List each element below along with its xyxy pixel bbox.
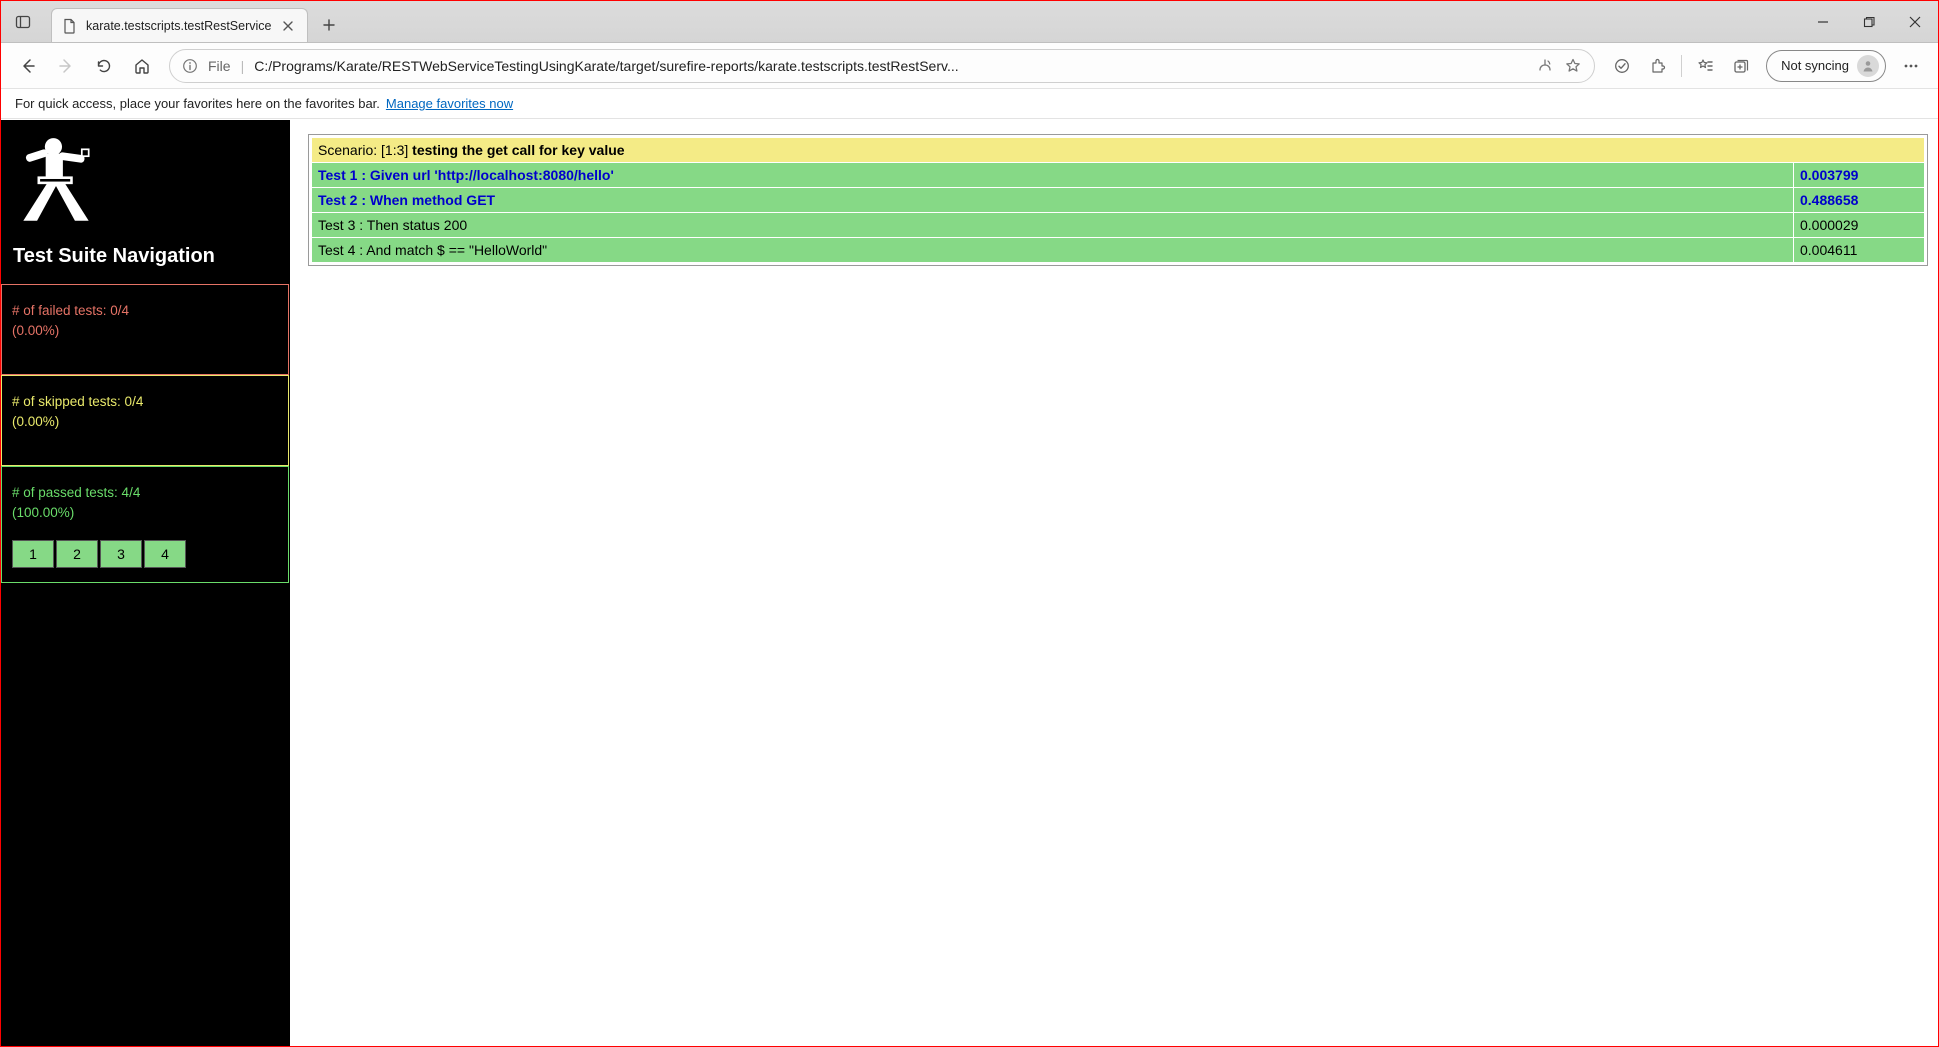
toolbar-separator xyxy=(1681,55,1682,77)
collections-button[interactable] xyxy=(1724,49,1758,83)
sidebar: Test Suite Navigation # of failed tests:… xyxy=(1,120,290,1046)
scenario-prefix: Scenario: [1:3] xyxy=(318,142,412,158)
scenario-name: testing the get call for key value xyxy=(412,142,624,158)
minimize-button[interactable] xyxy=(1800,1,1846,42)
favorites-hint: For quick access, place your favorites h… xyxy=(15,96,380,111)
toolbar-right: Not syncing xyxy=(1605,49,1928,83)
step-label: Test 4 : And match $ == "HelloWorld" xyxy=(312,238,1793,262)
arrow-left-icon xyxy=(19,57,37,75)
document-icon xyxy=(62,18,78,34)
favorites-button[interactable] xyxy=(1688,49,1722,83)
close-icon xyxy=(1909,16,1921,28)
info-icon xyxy=(182,58,198,74)
favorites-bar: For quick access, place your favorites h… xyxy=(1,89,1938,119)
step-row[interactable]: Test 3 : Then status 200 0.000029 xyxy=(312,213,1924,237)
passed-test-link[interactable]: 4 xyxy=(144,540,186,568)
step-row[interactable]: Test 2 : When method GET 0.488658 xyxy=(312,188,1924,212)
report-main: Scenario: [1:3] testing the get call for… xyxy=(290,120,1938,1046)
passed-tests-box[interactable]: # of passed tests: 4/4 (100.00%) 1 2 3 4 xyxy=(1,466,289,583)
site-info-button[interactable] xyxy=(182,58,198,74)
plus-icon xyxy=(323,19,335,31)
profile-button[interactable]: Not syncing xyxy=(1766,50,1886,82)
step-time: 0.003799 xyxy=(1794,163,1924,187)
read-aloud-icon xyxy=(1536,57,1554,75)
skipped-tests-box[interactable]: # of skipped tests: 0/4 (0.00%) xyxy=(1,375,289,466)
maximize-button[interactable] xyxy=(1846,1,1892,42)
address-bar[interactable]: File | C:/Programs/Karate/RESTWebService… xyxy=(169,49,1595,83)
step-label: Test 1 : Given url 'http://localhost:808… xyxy=(312,163,1793,187)
titlebar: karate.testscripts.testRestService xyxy=(1,1,1938,43)
karate-logo-icon xyxy=(13,134,99,230)
step-time: 0.000029 xyxy=(1794,213,1924,237)
close-icon xyxy=(283,21,293,31)
tab-title: karate.testscripts.testRestService xyxy=(86,19,271,33)
steps-table: Scenario: [1:3] testing the get call for… xyxy=(311,137,1925,263)
step-row[interactable]: Test 1 : Given url 'http://localhost:808… xyxy=(312,163,1924,187)
browser-tab[interactable]: karate.testscripts.testRestService xyxy=(51,8,308,42)
page-content: Test Suite Navigation # of failed tests:… xyxy=(1,120,1938,1046)
passed-test-link[interactable]: 3 xyxy=(100,540,142,568)
not-syncing-label: Not syncing xyxy=(1781,58,1849,73)
person-icon xyxy=(1861,59,1875,73)
tab-actions-button[interactable] xyxy=(7,7,39,37)
star-icon xyxy=(1564,57,1582,75)
step-time: 0.004611 xyxy=(1794,238,1924,262)
collections-icon xyxy=(1732,57,1750,75)
refresh-button[interactable] xyxy=(87,49,121,83)
back-button[interactable] xyxy=(11,49,45,83)
scenario-header-row[interactable]: Scenario: [1:3] testing the get call for… xyxy=(312,138,1924,162)
failed-tests-box[interactable]: # of failed tests: 0/4 (0.00%) xyxy=(1,284,289,375)
skipped-tests-count: # of skipped tests: 0/4 xyxy=(12,392,278,412)
home-button[interactable] xyxy=(125,49,159,83)
step-label: Test 2 : When method GET xyxy=(312,188,1793,212)
todo-button[interactable] xyxy=(1605,49,1639,83)
read-aloud-button[interactable] xyxy=(1536,57,1554,75)
passed-tests-count: # of passed tests: 4/4 xyxy=(12,483,278,503)
sidebar-title: Test Suite Navigation xyxy=(1,241,289,284)
new-tab-button[interactable] xyxy=(314,10,344,40)
step-row[interactable]: Test 4 : And match $ == "HelloWorld" 0.0… xyxy=(312,238,1924,262)
window-controls xyxy=(1800,1,1938,42)
avatar xyxy=(1857,55,1879,77)
step-label: Test 3 : Then status 200 xyxy=(312,213,1793,237)
refresh-icon xyxy=(95,57,113,75)
passed-test-link[interactable]: 1 xyxy=(12,540,54,568)
passed-tests-percent: (100.00%) xyxy=(12,503,278,523)
url-divider: | xyxy=(241,58,245,74)
arrow-right-icon xyxy=(57,57,75,75)
check-circle-icon xyxy=(1613,57,1631,75)
window-close-button[interactable] xyxy=(1892,1,1938,42)
star-list-icon xyxy=(1696,57,1714,75)
skipped-tests-percent: (0.00%) xyxy=(12,412,278,432)
tab-strip: karate.testscripts.testRestService xyxy=(51,1,344,42)
step-time: 0.488658 xyxy=(1794,188,1924,212)
logo xyxy=(1,120,289,241)
puzzle-icon xyxy=(1649,57,1667,75)
passed-test-link[interactable]: 2 xyxy=(56,540,98,568)
failed-tests-percent: (0.00%) xyxy=(12,321,278,341)
url-scheme-label: File xyxy=(208,58,231,74)
scenario-box: Scenario: [1:3] testing the get call for… xyxy=(308,134,1928,266)
toolbar: File | C:/Programs/Karate/RESTWebService… xyxy=(1,43,1938,89)
extensions-button[interactable] xyxy=(1641,49,1675,83)
more-button[interactable] xyxy=(1894,49,1928,83)
favorite-button[interactable] xyxy=(1564,57,1582,75)
forward-button[interactable] xyxy=(49,49,83,83)
manage-favorites-link[interactable]: Manage favorites now xyxy=(386,96,513,111)
ellipsis-icon xyxy=(1902,57,1920,75)
minimize-icon xyxy=(1817,16,1829,28)
home-icon xyxy=(133,57,151,75)
tab-close-button[interactable] xyxy=(279,17,297,35)
maximize-icon xyxy=(1863,16,1875,28)
failed-tests-count: # of failed tests: 0/4 xyxy=(12,301,278,321)
passed-test-links: 1 2 3 4 xyxy=(12,540,278,568)
tab-actions-icon xyxy=(15,14,31,30)
url-text: C:/Programs/Karate/RESTWebServiceTesting… xyxy=(254,58,1526,74)
